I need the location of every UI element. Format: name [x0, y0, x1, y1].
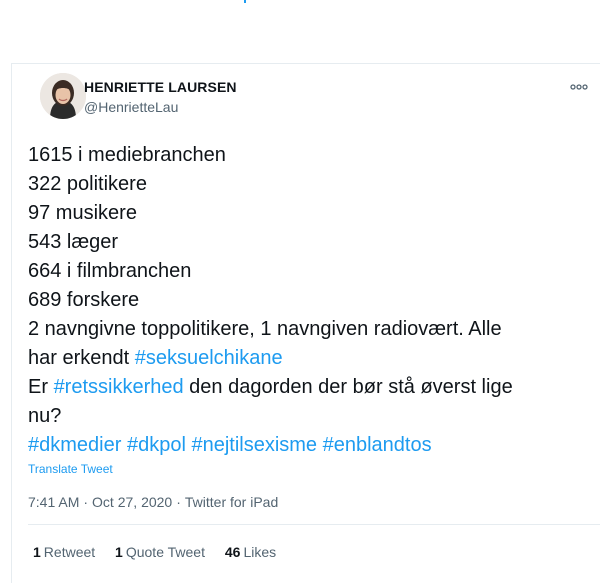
hashtag-link[interactable]: #retssikkerhed: [54, 376, 184, 398]
tweet-line: 689 forskere: [28, 289, 140, 311]
author-handle[interactable]: @HenrietteLau: [84, 99, 178, 115]
avatar-photo: [40, 73, 86, 119]
likes-count: 46: [224, 544, 241, 560]
retweets-count: 1: [33, 544, 41, 560]
more-dots-icon[interactable]: [569, 80, 589, 94]
tweet-line: har erkendt #seksuelchikane: [28, 344, 588, 373]
tweet-text: 1615 i mediebranchen 322 politikere 97 m…: [28, 141, 588, 460]
meta-separator: ·: [83, 494, 89, 510]
tweet-line: 664 i filmbranchen: [28, 260, 192, 282]
hashtag-link[interactable]: #nejtilsexisme: [191, 434, 317, 456]
translate-tweet-link[interactable]: Translate Tweet: [28, 462, 113, 476]
tweet-time[interactable]: 7:41 AM: [28, 494, 79, 510]
tweet-header: HENRIETTE LAURSEN @HenrietteLau: [28, 72, 588, 122]
tweet-line: 322 politikere: [28, 173, 147, 195]
tweet-meta: 7:41 AM · Oct 27, 2020 · Twitter for iPad: [28, 494, 278, 510]
tweet-text-fragment: Er: [28, 376, 54, 398]
tweet-line: nu?: [28, 405, 62, 427]
tweet-line: 1615 i mediebranchen: [28, 144, 226, 166]
avatar[interactable]: [40, 73, 86, 119]
divider: [28, 524, 600, 525]
hashtag-link[interactable]: #enblandtos: [323, 434, 432, 456]
quote-tweets-stat[interactable]: 1 Quote Tweet: [115, 544, 205, 560]
hashtag-link[interactable]: #seksuelchikane: [135, 347, 283, 369]
likes-label: Likes: [243, 544, 277, 560]
retweets-stat[interactable]: 1 Retweet: [33, 544, 95, 560]
top-accent-mark: [244, 0, 246, 3]
retweets-label: Retweet: [43, 544, 96, 560]
quote-tweets-count: 1: [115, 544, 123, 560]
hashtag-link[interactable]: #dkmedier: [28, 434, 121, 456]
likes-stat[interactable]: 46 Likes: [225, 544, 276, 560]
tweet-source[interactable]: Twitter for iPad: [185, 494, 278, 510]
tweet-text-fragment: den dagorden der bør stå øverst lige: [183, 376, 513, 398]
tweet-line: Er #retssikkerhed den dagorden der bør s…: [28, 373, 588, 402]
hashtag-link[interactable]: #dkpol: [127, 434, 186, 456]
tweet-hashtags-line: #dkmedier #dkpol #nejtilsexisme #enbland…: [28, 431, 588, 460]
tweet-line: 2 navngivne toppolitikere, 1 navngiven r…: [28, 318, 502, 340]
meta-separator: ·: [176, 494, 181, 510]
tweet-date[interactable]: Oct 27, 2020: [92, 494, 172, 510]
tweet-line: 543 læger: [28, 231, 119, 253]
author-name[interactable]: HENRIETTE LAURSEN: [84, 79, 237, 95]
tweet-text-fragment: har erkendt: [28, 347, 135, 369]
tweet-stats: 1 Retweet 1 Quote Tweet 46 Likes: [33, 544, 292, 560]
quote-tweets-label: Quote Tweet: [125, 544, 205, 560]
tweet-line: 97 musikere: [28, 202, 137, 224]
